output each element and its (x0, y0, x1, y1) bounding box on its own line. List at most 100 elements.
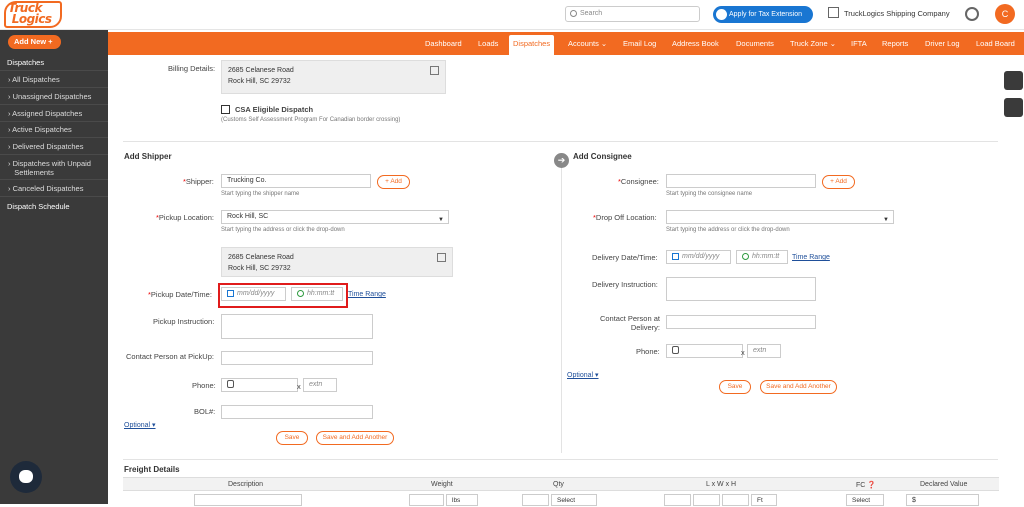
contact-pickup-label: Contact Person at PickUp: (126, 352, 214, 361)
edit-icon[interactable] (437, 253, 446, 262)
sidebar-item-assigned[interactable]: › Assigned Dispatches (8, 109, 82, 118)
add-consignee-button[interactable]: + Add (822, 175, 855, 189)
csa-checkbox[interactable] (221, 105, 230, 114)
nav-documents[interactable]: Documents (736, 32, 774, 55)
avatar[interactable]: C (995, 4, 1015, 24)
freight-weight-unit[interactable]: lbs (446, 494, 478, 506)
pickup-date-input[interactable]: mm/dd/yyyy (221, 287, 286, 301)
delivery-date-label: Delivery Date/Time: (592, 253, 658, 262)
contact-delivery-input[interactable] (666, 315, 816, 329)
consignee-save-button[interactable]: Save (719, 380, 751, 394)
pickup-phone-input[interactable] (221, 378, 298, 392)
freight-qty-input[interactable] (522, 494, 549, 506)
settings-gear-icon[interactable] (1004, 71, 1023, 90)
add-shipper-button[interactable]: + Add (377, 175, 410, 189)
sidebar-item-delivered[interactable]: › Delivered Dispatches (8, 142, 83, 151)
chat-widget-icon[interactable] (10, 461, 42, 493)
add-new-button[interactable]: Add New + (8, 35, 61, 49)
shipper-input[interactable]: Trucking Co. (221, 174, 371, 188)
billing-line2: Rock Hill, SC 29732 (228, 78, 291, 85)
delivery-time-input[interactable]: hh:mm:tt (736, 250, 788, 264)
company-name[interactable]: TruckLogics Shipping Company (828, 7, 950, 18)
sidebar-item-unpaid[interactable]: › Dispatches with Unpaid Settlements (8, 159, 91, 177)
nav-ifta[interactable]: IFTA (851, 32, 867, 55)
nav-dispatches[interactable]: Dispatches (509, 35, 555, 55)
gear-icon[interactable] (965, 7, 979, 21)
consignee-input[interactable] (666, 174, 816, 188)
delivery-date-input[interactable]: mm/dd/yyyy (666, 250, 731, 264)
nav-reports[interactable]: Reports (882, 32, 908, 55)
freight-qty-select[interactable]: Select (551, 494, 597, 506)
delivery-phone-input[interactable] (666, 344, 743, 358)
delivery-extn-input[interactable]: extn (747, 344, 781, 358)
arrow-right-icon[interactable]: ➔ (554, 153, 569, 168)
freight-weight-input[interactable] (409, 494, 444, 506)
consignee-label: *Consignee: (618, 177, 659, 186)
phone-label: Phone: (192, 381, 216, 390)
pickup-instruction-label: Pickup Instruction: (153, 317, 215, 326)
tax-icon (716, 9, 727, 20)
edit-icon[interactable] (430, 66, 439, 75)
nav-dashboard[interactable]: Dashboard (425, 32, 462, 55)
bol-input[interactable] (221, 405, 373, 419)
nav-accounts[interactable]: Accounts ⌄ (568, 32, 607, 55)
column-divider (561, 153, 562, 453)
notes-icon[interactable] (1004, 98, 1023, 117)
phone-icon (227, 380, 234, 389)
nav-address-book[interactable]: Address Book (672, 32, 719, 55)
pickup-time-range-link[interactable]: Time Range (348, 291, 386, 298)
freight-fc-select[interactable]: Select (846, 494, 884, 506)
sidebar-item-unassigned[interactable]: › Unassigned Dispatches (8, 92, 91, 101)
sidebar-item-canceled[interactable]: › Canceled Dispatches (8, 184, 83, 193)
freight-dim-unit[interactable]: Ft (751, 494, 777, 506)
freight-description-input[interactable] (194, 494, 302, 506)
delivery-instruction-textarea[interactable] (666, 277, 816, 301)
bol-label: BOL#: (194, 407, 216, 416)
nav-driver-log[interactable]: Driver Log (925, 32, 960, 55)
consignee-save-another-button[interactable]: Save and Add Another (760, 380, 837, 394)
shipper-optional-toggle[interactable]: Optional ▾ (124, 421, 156, 429)
sidebar-dispatch-schedule[interactable]: Dispatch Schedule (7, 202, 70, 211)
x-label: x (297, 382, 301, 391)
pickup-location-select[interactable]: Rock Hill, SC ▼ (221, 210, 449, 224)
calendar-icon (672, 252, 679, 260)
shipper-label: *Shipper: (183, 177, 214, 186)
nav-email-log[interactable]: Email Log (623, 32, 656, 55)
nav-load-board[interactable]: Load Board (976, 32, 1015, 55)
sidebar-divider (0, 154, 108, 155)
sidebar-divider (0, 137, 108, 138)
sidebar-divider (0, 104, 108, 105)
pickup-time-input[interactable]: hh:mm:tt (291, 287, 343, 301)
csa-label: CSA Eligible Dispatch (235, 105, 314, 114)
sidebar-heading[interactable]: Dispatches (7, 58, 44, 67)
help-icon[interactable]: ❓ (867, 482, 876, 489)
search-input[interactable]: Search (565, 6, 700, 22)
x-label: x (741, 348, 745, 357)
dropoff-select[interactable]: ▼ (666, 210, 894, 224)
divider (123, 459, 998, 460)
consignee-optional-toggle[interactable]: Optional ▾ (567, 371, 599, 379)
nav-truck-zone[interactable]: Truck Zone ⌄ (790, 32, 836, 55)
divider (123, 141, 998, 142)
pickup-instruction-textarea[interactable] (221, 314, 373, 339)
freight-length-input[interactable] (664, 494, 691, 506)
consignee-hint: Start typing the consignee name (666, 191, 753, 197)
sidebar-divider (0, 121, 108, 122)
nav-loads[interactable]: Loads (478, 32, 498, 55)
shipper-save-another-button[interactable]: Save and Add Another (316, 431, 394, 445)
sidebar-item-all[interactable]: › All Dispatches (8, 75, 60, 84)
pickup-extn-input[interactable]: extn (303, 378, 337, 392)
shipper-save-button[interactable]: Save (276, 431, 308, 445)
freight-width-input[interactable] (693, 494, 720, 506)
freight-declared-value-input[interactable]: $ (906, 494, 979, 506)
calendar-icon (227, 289, 234, 297)
delivery-time-range-link[interactable]: Time Range (792, 254, 830, 261)
freight-height-input[interactable] (722, 494, 749, 506)
col-description: Description (228, 481, 264, 488)
pickup-address-box: 2685 Celanese Road Rock Hill, SC 29732 (221, 247, 453, 277)
tax-extension-button[interactable]: Apply for Tax Extension (713, 6, 813, 23)
clock-icon (742, 252, 749, 260)
freight-title: Freight Details (124, 465, 180, 474)
contact-pickup-input[interactable] (221, 351, 373, 365)
sidebar-item-active[interactable]: › Active Dispatches (8, 125, 72, 134)
